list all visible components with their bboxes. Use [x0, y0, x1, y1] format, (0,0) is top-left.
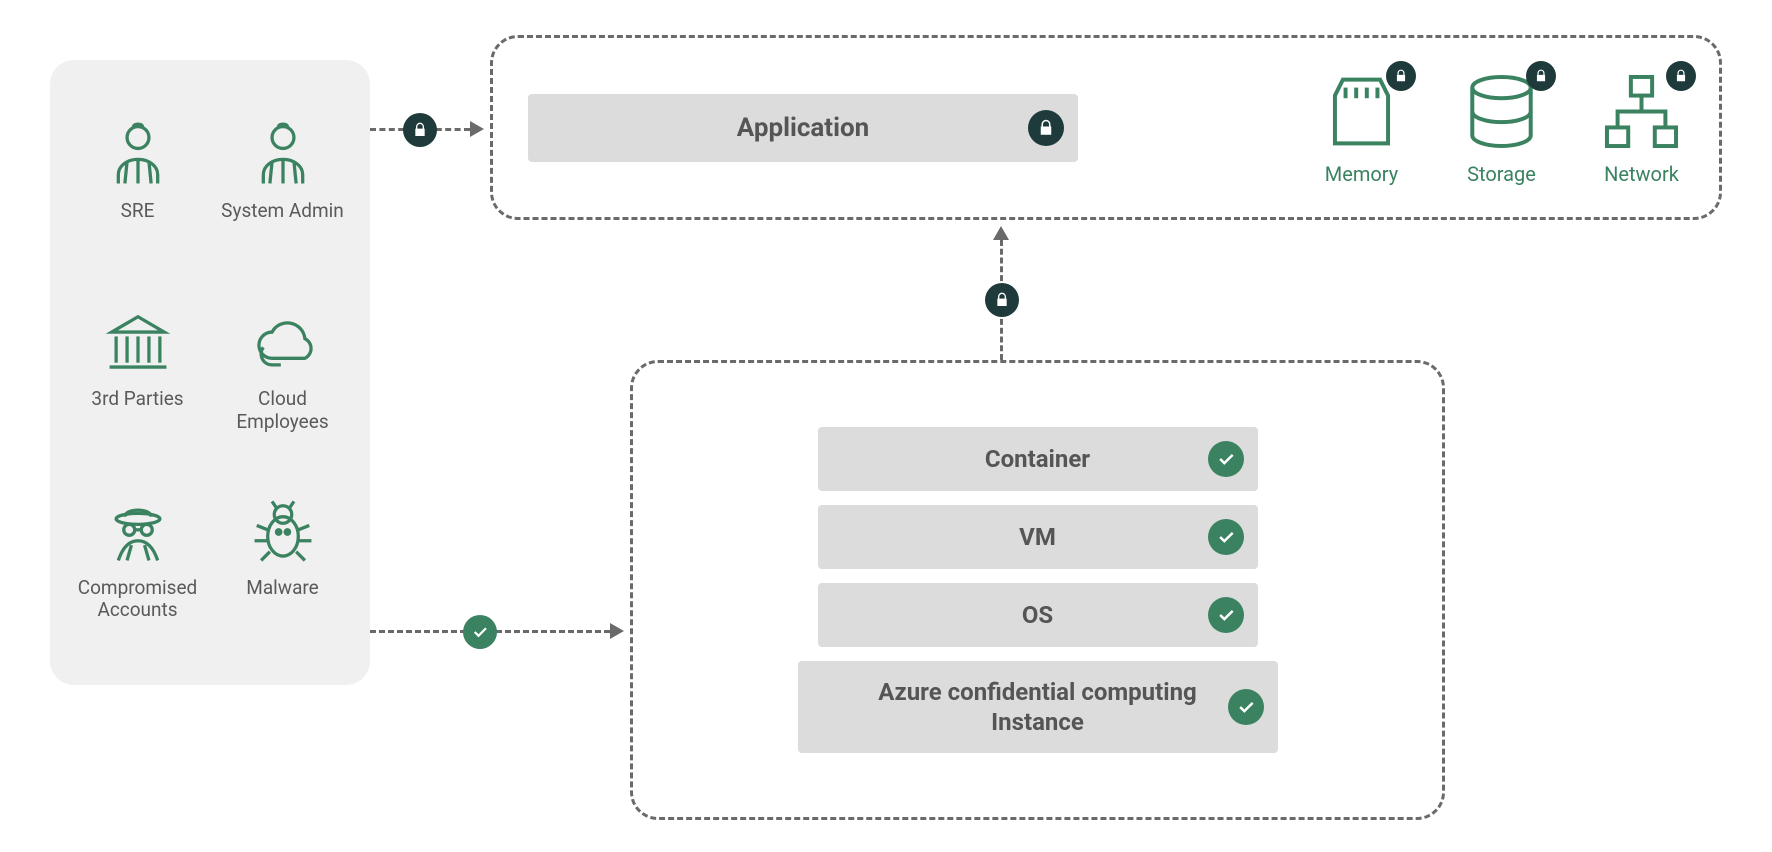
user-label: Compromised Accounts: [70, 577, 205, 623]
spy-icon: [103, 497, 173, 567]
user-label: Cloud Employees: [215, 388, 350, 434]
user-item: 3rd Parties: [70, 308, 205, 466]
user-item: SRE: [70, 120, 205, 278]
threat-actors-panel: SRE System Admin 3rd Parties Cloud Emplo…: [50, 60, 370, 685]
arrow-head-up-icon: [993, 226, 1009, 240]
stack-label: VM: [959, 522, 1116, 552]
lock-icon: [403, 113, 437, 147]
user-label: SRE: [121, 200, 155, 223]
stack-label: OS: [962, 600, 1113, 630]
user-item: Compromised Accounts: [70, 497, 205, 655]
check-icon: [1208, 519, 1244, 555]
stack-azure: Azure confidential computing Instance: [798, 661, 1278, 753]
arrow-head-icon: [610, 623, 624, 639]
stack-container: Container: [818, 427, 1258, 491]
user-item: System Admin: [215, 120, 350, 278]
user-item: Malware: [215, 497, 350, 655]
cloud-icon: [248, 308, 318, 378]
storage-icon: [1459, 69, 1544, 154]
stack-vm: VM: [818, 505, 1258, 569]
user-item: Cloud Employees: [215, 308, 350, 466]
network-icon: [1599, 69, 1684, 154]
resource-memory: Memory: [1319, 69, 1404, 186]
stack-label: Container: [925, 444, 1150, 474]
stack-label: Azure confidential computing Instance: [798, 677, 1278, 737]
lock-icon: [1526, 61, 1556, 91]
application-label: Application: [737, 113, 869, 143]
person-icon: [103, 120, 173, 190]
protected-layer-box: Application Memory Storage Network: [490, 35, 1722, 220]
user-label: System Admin: [221, 200, 344, 223]
resource-network: Network: [1599, 69, 1684, 186]
stack-os: OS: [818, 583, 1258, 647]
memory-icon: [1319, 69, 1404, 154]
check-icon: [1208, 441, 1244, 477]
institution-icon: [103, 308, 173, 378]
resource-label: Memory: [1325, 162, 1398, 186]
arrow-head-icon: [470, 121, 484, 137]
resource-label: Storage: [1467, 162, 1536, 186]
application-bar: Application: [528, 94, 1078, 162]
infrastructure-stack-box: Container VM OS Azure confidential compu…: [630, 360, 1445, 820]
check-icon: [1208, 597, 1244, 633]
lock-icon: [1028, 110, 1064, 146]
person-icon: [248, 120, 318, 190]
check-icon: [463, 615, 497, 649]
check-icon: [1228, 689, 1264, 725]
resource-storage: Storage: [1459, 69, 1544, 186]
resources-group: Memory Storage Network: [1319, 69, 1684, 186]
resource-label: Network: [1604, 162, 1679, 186]
lock-icon: [985, 283, 1019, 317]
user-label: Malware: [246, 577, 319, 600]
user-label: 3rd Parties: [91, 388, 183, 411]
lock-icon: [1666, 61, 1696, 91]
bug-icon: [248, 497, 318, 567]
lock-icon: [1386, 61, 1416, 91]
